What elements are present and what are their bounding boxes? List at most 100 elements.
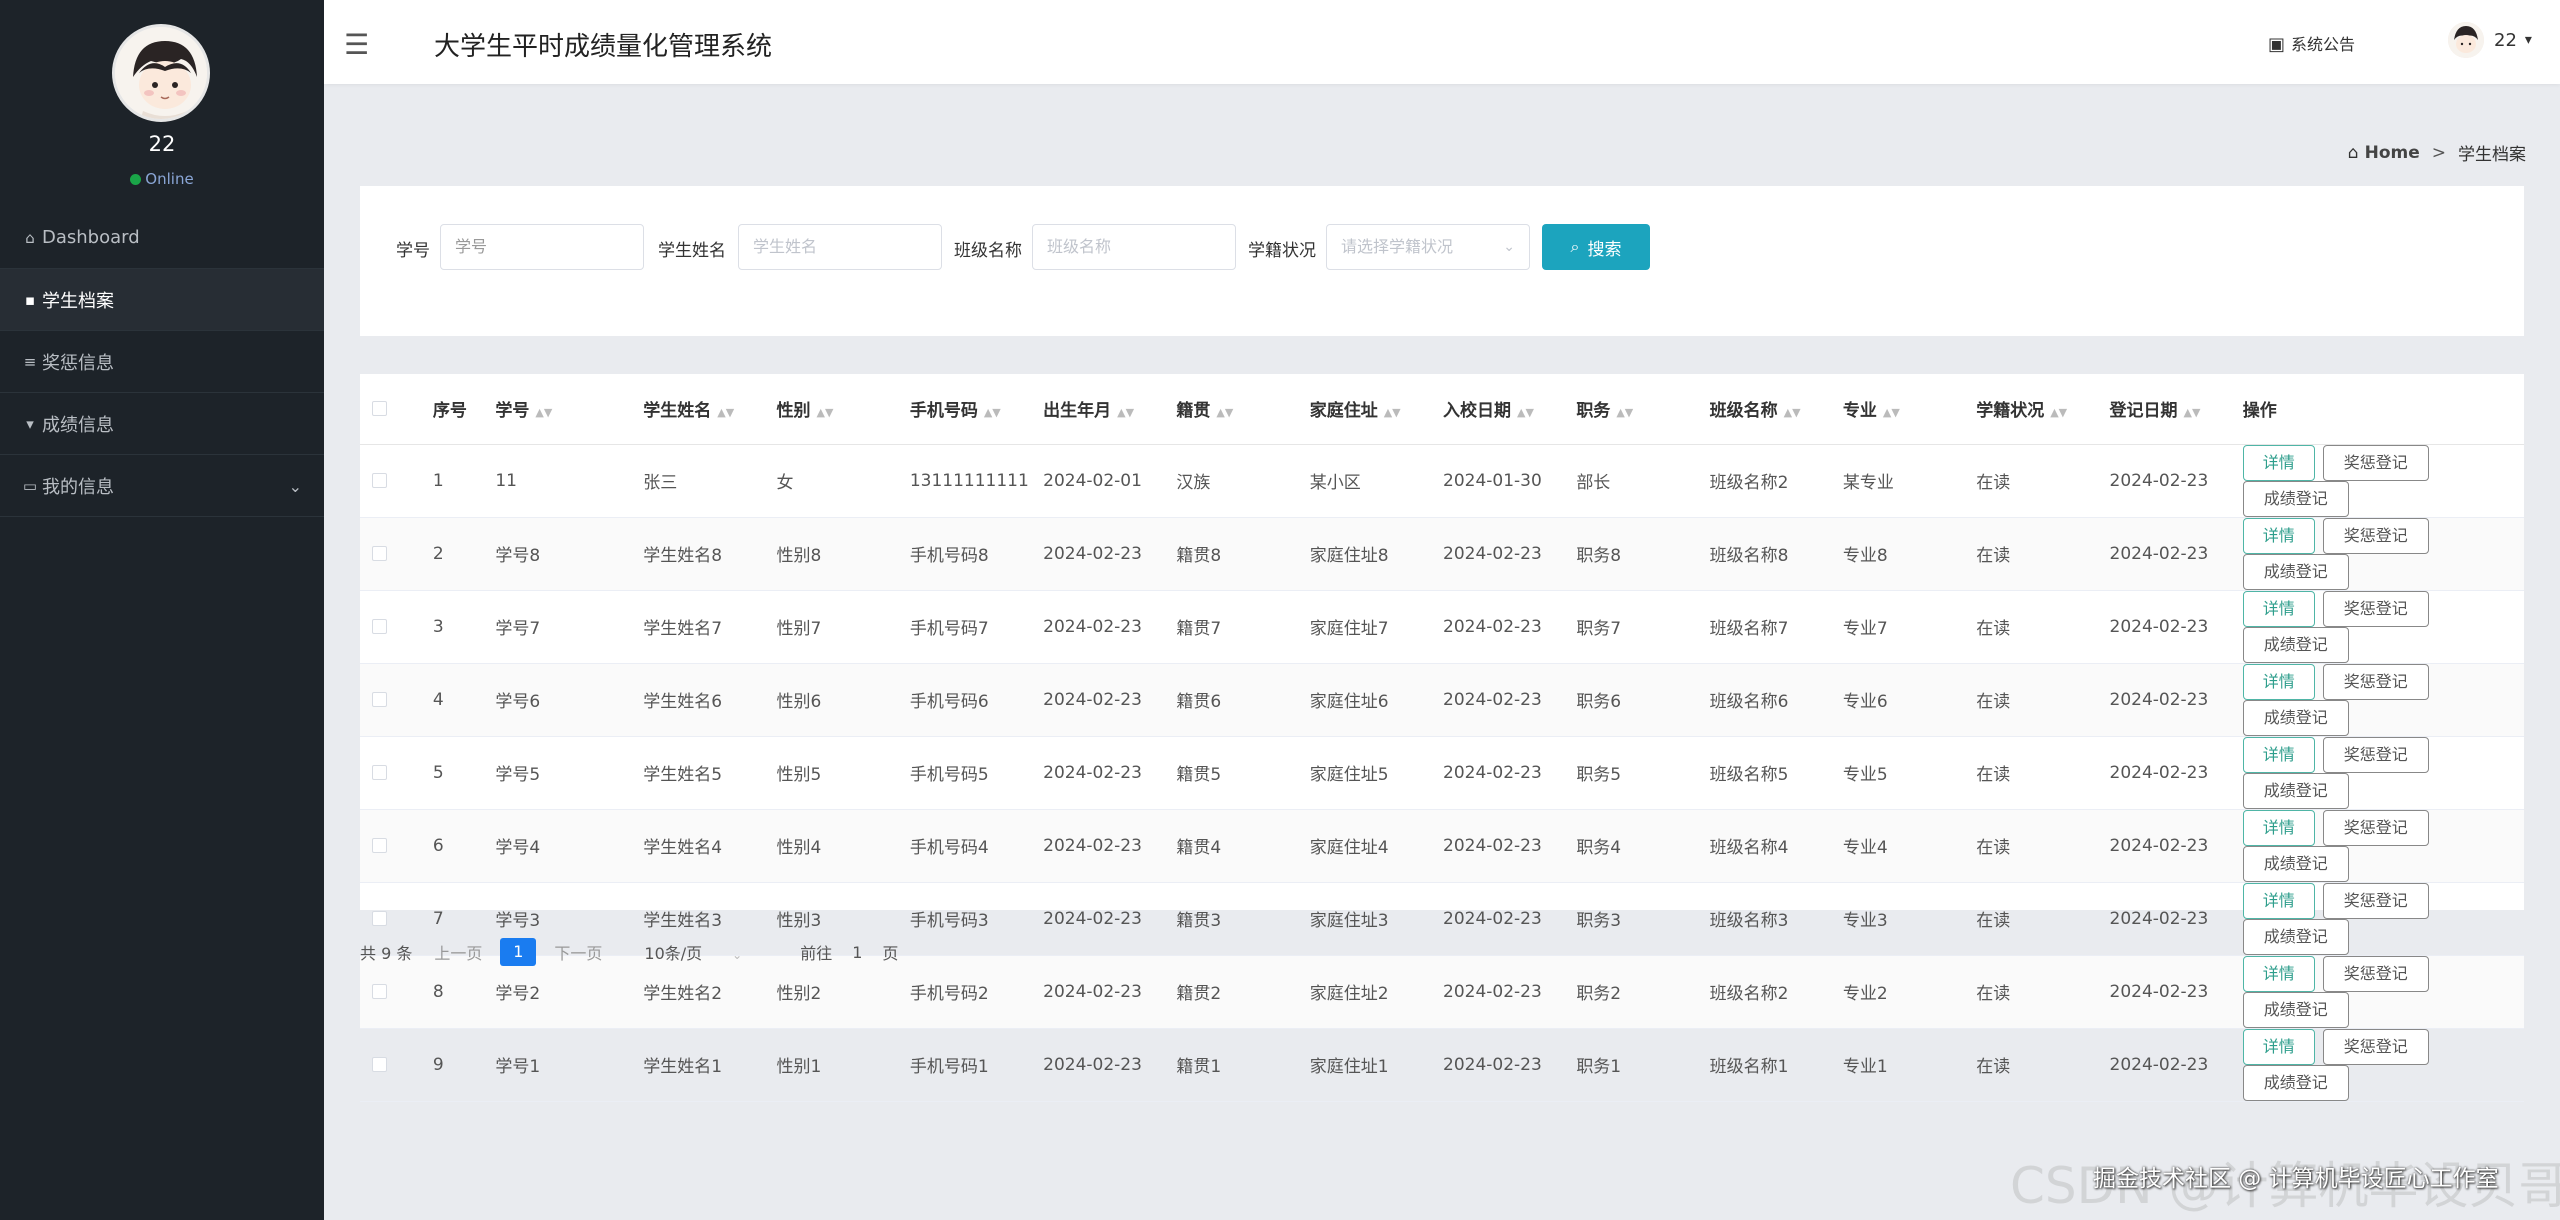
detail-button[interactable]: 详情 bbox=[2242, 809, 2315, 846]
online-dot-icon bbox=[130, 174, 142, 185]
row-checkbox[interactable] bbox=[372, 838, 387, 853]
page-number-current[interactable]: 1 bbox=[500, 938, 537, 966]
search-button[interactable]: ⌕ 搜索 bbox=[1542, 224, 1650, 270]
score-register-button[interactable]: 成绩登记 bbox=[2242, 845, 2349, 882]
row-checkbox[interactable] bbox=[372, 1057, 387, 1072]
score-register-button[interactable]: 成绩登记 bbox=[2242, 480, 2349, 517]
topbar: ☰ 大学生平时成绩量化管理系统 ▣ 系统公告 22 ▾ bbox=[324, 0, 2560, 84]
award-register-button[interactable]: 奖惩登记 bbox=[2322, 809, 2429, 846]
detail-button[interactable]: 详情 bbox=[2242, 517, 2315, 554]
row-checkbox[interactable] bbox=[372, 984, 387, 999]
detail-button[interactable]: 详情 bbox=[2242, 882, 2315, 919]
col-header[interactable]: 学生姓名 ▲▼ bbox=[643, 374, 777, 445]
row-select-cell bbox=[360, 1028, 433, 1102]
award-register-button[interactable]: 奖惩登记 bbox=[2322, 736, 2429, 773]
col-header[interactable]: 家庭住址 ▲▼ bbox=[1309, 374, 1444, 445]
table-cell: 手机号码8 bbox=[909, 517, 1044, 591]
table-cell: 专业5 bbox=[1842, 736, 1977, 810]
table-cell: 家庭住址1 bbox=[1309, 1028, 1444, 1102]
row-actions: 详情 奖惩登记成绩登记 bbox=[2242, 882, 2524, 956]
col-header[interactable]: 班级名称 ▲▼ bbox=[1709, 374, 1843, 445]
row-checkbox[interactable] bbox=[372, 546, 387, 561]
row-checkbox[interactable] bbox=[372, 692, 387, 707]
sidebar-item-student-archive[interactable]: ▪ 学生档案 bbox=[0, 269, 324, 331]
student-name-input[interactable]: 学生姓名 bbox=[738, 224, 942, 270]
table-header-row: 序号 学号 ▲▼ 学生姓名 ▲▼ 性别 ▲▼ 手机号码 ▲▼ 出生年月 ▲▼ 籍贯 ▲▼ 家… bbox=[360, 374, 2524, 445]
award-register-button[interactable]: 奖惩登记 bbox=[2322, 1028, 2429, 1065]
sidebar-item-reward-punish[interactable]: ≡ 奖惩信息 bbox=[0, 331, 324, 393]
table-cell: 职务2 bbox=[1576, 955, 1710, 1029]
table-cell: 班级名称6 bbox=[1709, 663, 1843, 737]
sidebar-item-scores[interactable]: ▾ 成绩信息 bbox=[0, 393, 324, 455]
score-register-button[interactable]: 成绩登记 bbox=[2242, 772, 2349, 809]
detail-button[interactable]: 详情 bbox=[2242, 736, 2315, 773]
select-all-checkbox[interactable] bbox=[372, 401, 387, 417]
search-panel: 学号 学号 学生姓名 学生姓名 班级名称 班级名称 学籍状况 请选择学籍状况 ⌄… bbox=[360, 186, 2524, 336]
score-register-button[interactable]: 成绩登记 bbox=[2242, 699, 2349, 736]
sort-icon: ▲▼ bbox=[717, 406, 735, 420]
table-cell: 专业2 bbox=[1842, 955, 1977, 1029]
table-cell: 学号4 bbox=[495, 809, 644, 883]
system-notice-button[interactable]: ▣ 系统公告 bbox=[2268, 31, 2355, 55]
table-cell: 在读 bbox=[1976, 736, 2110, 810]
detail-button[interactable]: 详情 bbox=[2242, 590, 2315, 627]
menu-toggle-icon[interactable]: ☰ bbox=[344, 28, 369, 61]
score-register-button[interactable]: 成绩登记 bbox=[2242, 918, 2349, 955]
detail-button[interactable]: 详情 bbox=[2242, 663, 2315, 700]
detail-button[interactable]: 详情 bbox=[2242, 955, 2315, 992]
award-register-button[interactable]: 奖惩登记 bbox=[2322, 444, 2429, 481]
score-register-button[interactable]: 成绩登记 bbox=[2242, 1064, 2349, 1101]
col-header[interactable]: 手机号码 ▲▼ bbox=[909, 374, 1044, 445]
status-placeholder: 请选择学籍状况 bbox=[1341, 237, 1454, 256]
col-header[interactable]: 专业 ▲▼ bbox=[1842, 374, 1977, 445]
class-name-input[interactable]: 班级名称 bbox=[1032, 224, 1236, 270]
page-suffix-label: 页 bbox=[882, 944, 899, 963]
row-checkbox[interactable] bbox=[372, 765, 387, 780]
next-page-button[interactable]: 下一页 bbox=[554, 940, 602, 964]
goto-page-input[interactable]: 1 bbox=[852, 943, 862, 962]
prev-page-button[interactable]: 上一页 bbox=[434, 940, 482, 964]
row-checkbox[interactable] bbox=[372, 619, 387, 634]
user-menu[interactable]: 22 ▾ bbox=[2448, 22, 2532, 58]
xuehao-input[interactable]: 学号 bbox=[440, 224, 644, 270]
detail-button[interactable]: 详情 bbox=[2242, 444, 2315, 481]
award-register-button[interactable]: 奖惩登记 bbox=[2322, 517, 2429, 554]
score-register-button[interactable]: 成绩登记 bbox=[2242, 553, 2349, 590]
col-header[interactable]: 登记日期 ▲▼ bbox=[2109, 374, 2243, 445]
col-header[interactable]: 性别 ▲▼ bbox=[776, 374, 910, 445]
status-select[interactable]: 请选择学籍状况 ⌄ bbox=[1326, 224, 1530, 270]
col-header[interactable]: 籍贯 ▲▼ bbox=[1176, 374, 1310, 445]
sidebar-avatar[interactable] bbox=[112, 24, 210, 122]
table-cell: 2024-02-23 bbox=[2109, 1028, 2243, 1102]
col-header[interactable]: 出生年月 ▲▼ bbox=[1043, 374, 1177, 445]
row-checkbox[interactable] bbox=[372, 473, 387, 488]
sort-icon: ▲▼ bbox=[535, 406, 553, 420]
table-cell: 手机号码5 bbox=[909, 736, 1044, 810]
award-register-button[interactable]: 奖惩登记 bbox=[2322, 955, 2429, 992]
breadcrumb-home[interactable]: Home bbox=[2365, 143, 2420, 163]
score-register-button[interactable]: 成绩登记 bbox=[2242, 991, 2349, 1028]
award-register-button[interactable]: 奖惩登记 bbox=[2322, 882, 2429, 919]
sort-icon: ▲▼ bbox=[1616, 406, 1634, 420]
table-cell: 2024-02-23 bbox=[1443, 517, 1577, 591]
col-header[interactable]: 学号 ▲▼ bbox=[495, 374, 644, 445]
award-register-button[interactable]: 奖惩登记 bbox=[2322, 663, 2429, 700]
col-header[interactable]: 职务 ▲▼ bbox=[1576, 374, 1710, 445]
row-checkbox[interactable] bbox=[372, 911, 387, 926]
award-register-button[interactable]: 奖惩登记 bbox=[2322, 590, 2429, 627]
sidebar-item-dashboard[interactable]: ⌂ Dashboard bbox=[0, 207, 324, 269]
col-header[interactable]: 学籍状况 ▲▼ bbox=[1976, 374, 2110, 445]
table-cell: 家庭住址8 bbox=[1309, 517, 1444, 591]
sidebar-item-label: 成绩信息 bbox=[42, 414, 114, 436]
table-cell: 2024-02-23 bbox=[1443, 955, 1577, 1029]
score-register-button[interactable]: 成绩登记 bbox=[2242, 626, 2349, 663]
row-select-cell bbox=[360, 590, 433, 664]
col-header[interactable]: 入校日期 ▲▼ bbox=[1443, 374, 1577, 445]
page-size-select[interactable]: 10条/页 ⌄ bbox=[644, 940, 742, 964]
home-icon: ⌂ bbox=[2347, 142, 2359, 163]
sidebar-item-my-info[interactable]: ▭ 我的信息 ⌄ bbox=[0, 455, 324, 517]
row-select-cell bbox=[360, 736, 433, 810]
chevron-down-icon: ⌄ bbox=[732, 948, 743, 962]
detail-button[interactable]: 详情 bbox=[2242, 1028, 2315, 1065]
table-cell: 学生姓名4 bbox=[643, 809, 777, 883]
